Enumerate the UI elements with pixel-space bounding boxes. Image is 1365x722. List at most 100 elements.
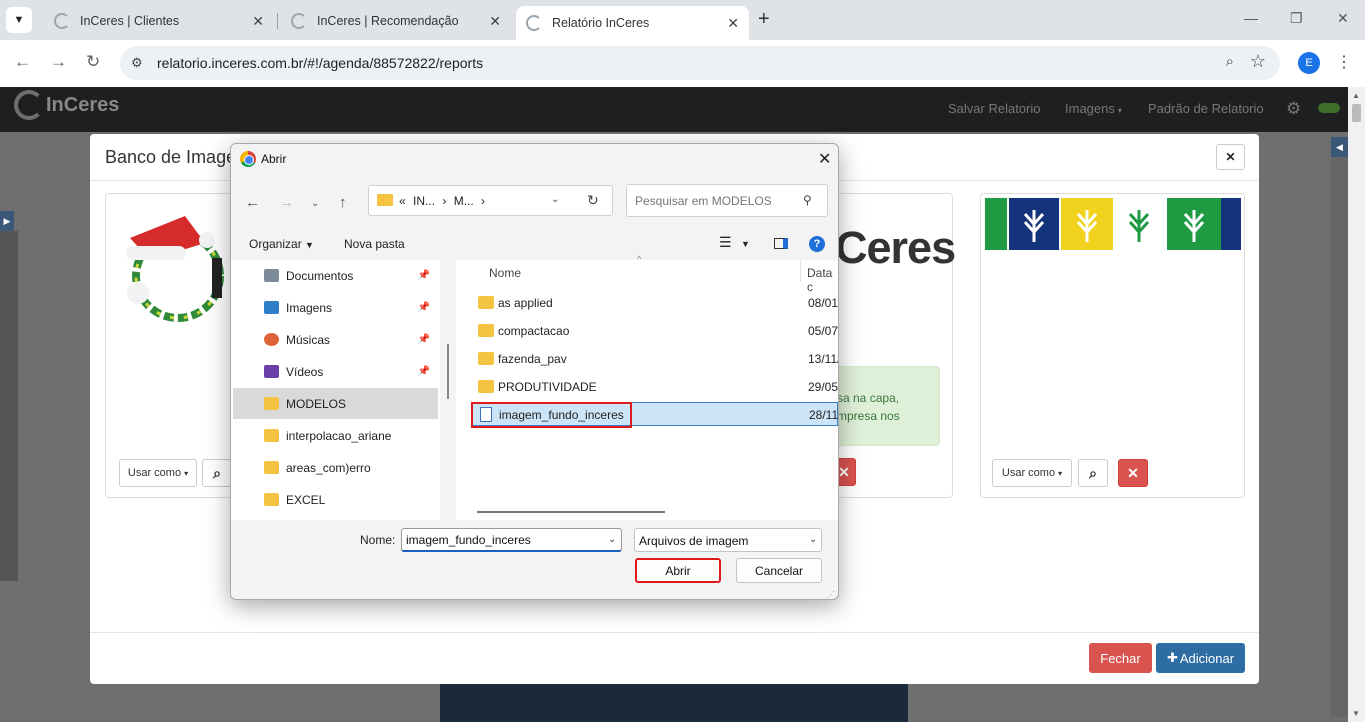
resize-grip-icon[interactable]: ⋰: [827, 590, 835, 599]
open-button[interactable]: Abrir: [635, 558, 721, 583]
column-header-name[interactable]: Nome: [489, 266, 521, 280]
chevron-down-icon[interactable]: ⌄: [608, 534, 616, 545]
page-scrollbar[interactable]: ▲ ▼: [1348, 87, 1365, 722]
forward-icon[interactable]: →: [50, 52, 67, 72]
back-arrow-icon[interactable]: ←: [245, 194, 260, 211]
nav-item-label: Imagens: [286, 300, 333, 315]
new-tab-icon[interactable]: +: [758, 8, 770, 31]
close-tab-icon[interactable]: ✕: [489, 13, 501, 30]
nav-images[interactable]: Imagens ▾: [1065, 101, 1122, 116]
caret-down-icon: ▾: [1058, 468, 1063, 478]
file-date: 29/05/: [808, 380, 838, 394]
command-bar: Organizar ▼ Nova pasta ☰ ▼ ?: [231, 230, 838, 258]
tab-clientes[interactable]: InCeres | Clientes ✕: [44, 6, 274, 36]
forward-arrow-icon[interactable]: →: [279, 194, 294, 211]
refresh-icon[interactable]: ↻: [587, 192, 599, 209]
close-tab-icon[interactable]: ✕: [727, 15, 739, 32]
nav-item-videos[interactable]: Vídeos 📌: [233, 356, 438, 387]
view-list-icon[interactable]: ☰: [719, 234, 732, 251]
filetype-select[interactable]: Arquivos de imagem ⌄: [634, 528, 822, 552]
help-icon[interactable]: ?: [809, 236, 825, 252]
column-separator[interactable]: [800, 260, 801, 282]
file-row[interactable]: fazenda_pav 13/11/: [471, 347, 838, 371]
delete-image-button[interactable]: ✕: [1118, 459, 1148, 487]
column-header-date[interactable]: Data c: [807, 266, 838, 294]
videos-icon: [264, 365, 279, 378]
modal-close-button[interactable]: ✕: [1216, 144, 1245, 170]
search-input[interactable]: [627, 185, 797, 216]
path-breadcrumb-bar[interactable]: « IN... › M... › ⌄ ↻: [368, 185, 613, 216]
use-as-dropdown[interactable]: Usar como ▾: [119, 459, 197, 487]
zoom-image-button[interactable]: ⌕: [202, 459, 232, 487]
breadcrumb-item[interactable]: IN...: [413, 194, 435, 208]
nav-item-documentos[interactable]: Documentos 📌: [233, 260, 438, 291]
address-bar[interactable]: ⚙ relatorio.inceres.com.br/#!/agenda/885…: [120, 46, 1280, 80]
scroll-up-icon[interactable]: ▲: [1352, 91, 1360, 100]
tab-relatorio[interactable]: Relatório InCeres ✕: [516, 6, 749, 40]
inceres-favicon-icon: [291, 13, 307, 29]
right-panel-toggle[interactable]: ◀: [1331, 137, 1348, 157]
profile-avatar[interactable]: E: [1298, 52, 1320, 74]
chevron-down-icon: ▼: [13, 14, 25, 26]
music-icon: [264, 333, 279, 346]
nav-item-modelos[interactable]: MODELOS: [233, 388, 438, 419]
close-tab-icon[interactable]: ✕: [252, 13, 264, 30]
window-close-icon[interactable]: ✕: [1337, 10, 1349, 27]
scroll-thumb[interactable]: [1352, 104, 1361, 122]
cancel-button[interactable]: Cancelar: [736, 558, 822, 583]
restore-icon[interactable]: ❐: [1290, 10, 1303, 27]
recent-locations-icon[interactable]: ⌄: [311, 198, 319, 209]
zoom-icon[interactable]: ⌕: [1226, 53, 1234, 70]
file-row[interactable]: compactacao 05/07/: [471, 319, 838, 343]
scroll-down-icon[interactable]: ▼: [1352, 709, 1360, 718]
left-panel-toggle[interactable]: ▶: [0, 211, 14, 231]
add-image-button[interactable]: ✚ Adicionar: [1156, 643, 1245, 673]
filename-combobox[interactable]: ⌄: [401, 528, 622, 552]
use-as-dropdown[interactable]: Usar como ▾: [992, 459, 1072, 487]
folder-icon: [478, 324, 494, 337]
tab-strip: ▼ InCeres | Clientes ✕ InCeres | Recomen…: [0, 0, 1365, 40]
x-icon: ✕: [1127, 464, 1139, 481]
browser-menu-icon[interactable]: ⋮: [1336, 52, 1352, 72]
breadcrumb-item[interactable]: M...: [454, 194, 474, 208]
nav-item-musicas[interactable]: Músicas 📌: [233, 324, 438, 355]
horizontal-scrollbar[interactable]: [477, 511, 665, 513]
gear-icon[interactable]: ⚙: [1286, 99, 1301, 119]
minimize-icon[interactable]: —: [1244, 10, 1258, 26]
nav-item-label: areas_com)erro: [286, 460, 371, 475]
close-modal-button[interactable]: Fechar: [1089, 643, 1152, 673]
nav-item-imagens[interactable]: Imagens 📌: [233, 292, 438, 323]
bookmark-star-icon[interactable]: ☆: [1250, 51, 1266, 72]
reload-icon[interactable]: ↻: [86, 52, 100, 72]
file-row[interactable]: as applied 08/01/: [471, 291, 838, 315]
preview-pane-icon[interactable]: [774, 238, 788, 249]
use-as-label: Usar como: [127, 467, 182, 479]
chevron-right-icon: ▶: [3, 215, 11, 226]
zoom-image-button[interactable]: ⌕: [1078, 459, 1108, 487]
up-arrow-icon[interactable]: ↑: [339, 194, 347, 211]
breadcrumb: « IN... › M... ›: [399, 194, 486, 208]
file-date: 13/11/: [808, 352, 838, 366]
tab-recomendacao[interactable]: InCeres | Recomendação ✕: [281, 6, 511, 36]
caret-down-icon[interactable]: ▼: [741, 239, 750, 249]
brand-logo[interactable]: InCeres: [14, 90, 119, 120]
chevron-down-icon[interactable]: ⌄: [551, 194, 559, 205]
nav-item-interpolacao-ariane[interactable]: interpolacao_ariane: [233, 420, 438, 451]
tab-search-button[interactable]: ▼: [6, 7, 32, 33]
search-box[interactable]: ⚲: [626, 184, 828, 217]
nav-item-excel[interactable]: EXCEL: [233, 484, 438, 515]
dialog-close-icon[interactable]: ✕: [818, 149, 831, 169]
file-row[interactable]: PRODUTIVIDADE 29/05/: [471, 375, 838, 399]
site-info-icon[interactable]: ⚙: [131, 55, 143, 71]
info-alert: sa na capa, mpresa nos: [830, 366, 940, 446]
nav-item-label: Documentos: [286, 268, 354, 283]
filename-input[interactable]: [402, 529, 597, 550]
new-folder-button[interactable]: Nova pasta: [344, 237, 405, 251]
nav-item-areas-com-erro[interactable]: areas_com)erro: [233, 452, 438, 483]
back-icon[interactable]: ←: [14, 52, 31, 72]
nav-save-report[interactable]: Salvar Relatorio: [948, 101, 1041, 116]
tab-title: InCeres | Recomendação: [317, 14, 459, 28]
nav-pane-scrollbar[interactable]: [447, 344, 449, 399]
nav-report-pattern[interactable]: Padrão de Relatorio: [1148, 101, 1264, 116]
organize-button[interactable]: Organizar ▼: [249, 237, 314, 251]
